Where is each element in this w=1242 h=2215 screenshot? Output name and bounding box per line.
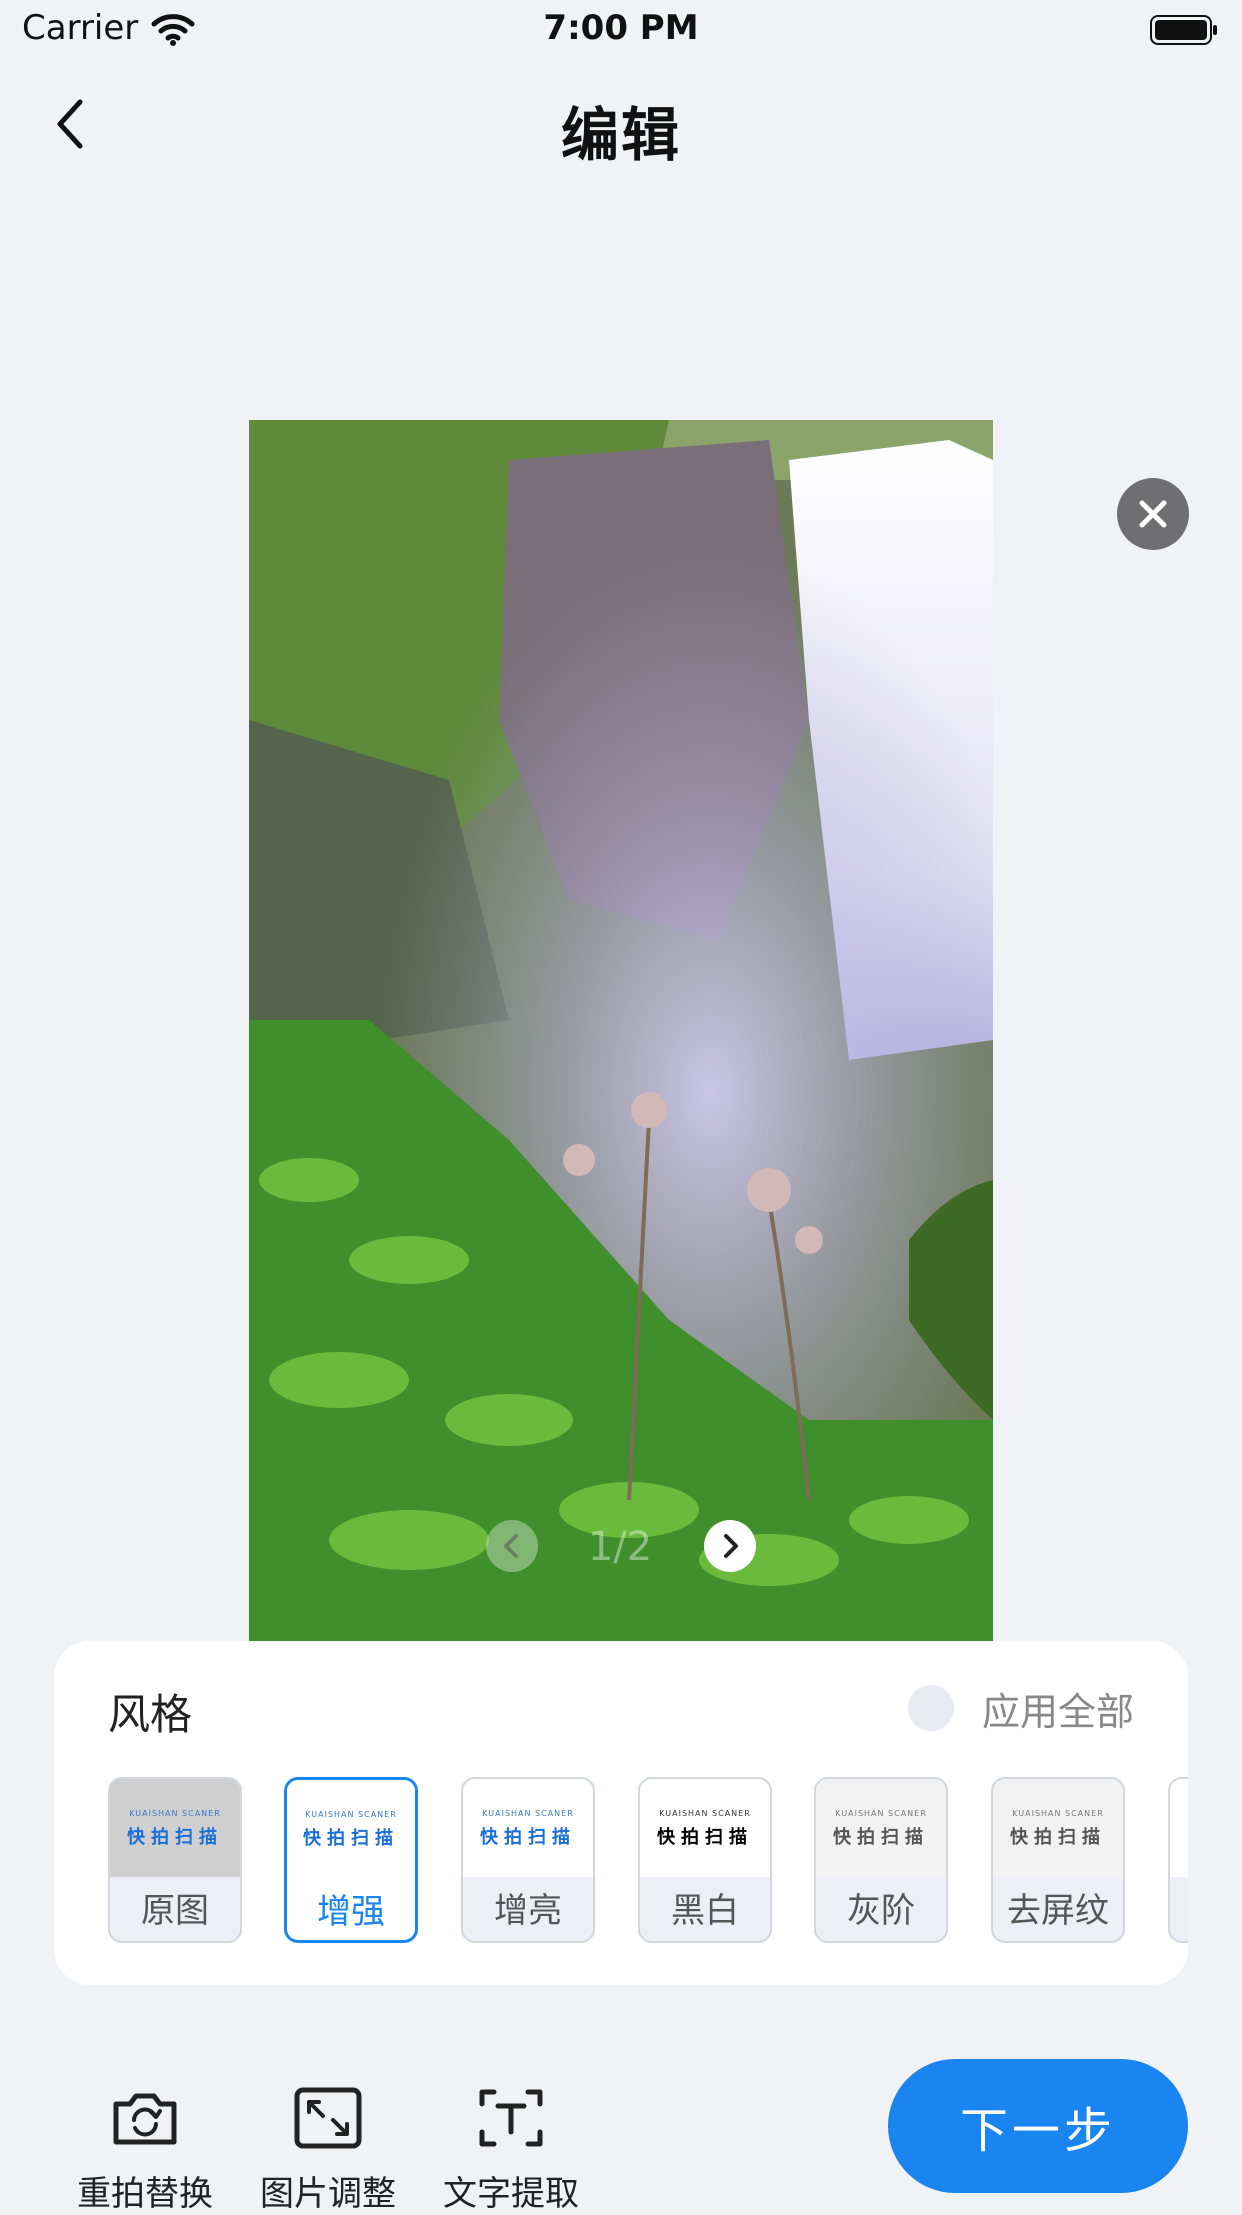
page-pager: 1/2 bbox=[480, 1518, 760, 1574]
filter-original[interactable]: KUAISHAN SCANER 快拍扫描 原图 bbox=[108, 1777, 242, 1943]
next-step-button[interactable]: 下一步 bbox=[888, 2059, 1188, 2193]
thumbnail-english-text: KUAISHAN SCANER bbox=[835, 1809, 927, 1818]
thumbnail-english-text: KUAISHAN SCANER bbox=[659, 1809, 751, 1818]
nav-bar: 编辑 bbox=[0, 70, 1242, 180]
filter-label: 灰阶 bbox=[847, 1891, 915, 1931]
previous-page-button[interactable] bbox=[486, 1520, 538, 1572]
filter-grayscale[interactable]: KUAISHAN SCANER 快拍扫描 灰阶 bbox=[814, 1777, 948, 1943]
style-panel-title: 风格 bbox=[108, 1690, 193, 1739]
filter-thumbnail: KUAISHAN SCANER 快拍扫描 bbox=[110, 1779, 240, 1877]
text-scan-icon bbox=[479, 2089, 543, 2147]
filter-brighten[interactable]: KUAISHAN SCANER 快拍扫描 增亮 bbox=[461, 1777, 595, 1943]
filter-enhance[interactable]: KUAISHAN SCANER 快拍扫描 增强 bbox=[284, 1777, 418, 1943]
filter-thumbnail: KUAISHAN SCANER 快拍扫描 bbox=[816, 1779, 946, 1877]
chevron-left-icon bbox=[504, 1534, 518, 1558]
page-indicator: 1/2 bbox=[587, 1524, 653, 1570]
apply-all-radio[interactable] bbox=[907, 1685, 954, 1731]
filter-label: 增亮 bbox=[494, 1891, 562, 1931]
clock: 7:00 PM bbox=[543, 8, 699, 48]
apply-all-label: 应用全部 bbox=[981, 1689, 1134, 1734]
filter-more[interactable] bbox=[1168, 1777, 1188, 1943]
thumbnail-chinese-text: 快拍扫描 bbox=[303, 1828, 399, 1849]
next-page-button[interactable] bbox=[704, 1520, 756, 1572]
delete-page-button[interactable] bbox=[1117, 478, 1189, 550]
filter-label: 增强 bbox=[317, 1892, 385, 1932]
thumbnail-english-text: KUAISHAN SCANER bbox=[129, 1809, 221, 1818]
thumbnail-english-text: KUAISHAN SCANER bbox=[482, 1809, 574, 1818]
document-preview-image[interactable] bbox=[249, 420, 993, 1642]
filter-label: 去屏纹 bbox=[1007, 1891, 1109, 1931]
resize-icon bbox=[294, 2087, 362, 2149]
battery-icon bbox=[1150, 15, 1217, 45]
filter-list: KUAISHAN SCANER 快拍扫描 原图 KUAISHAN SCANER … bbox=[108, 1777, 1188, 1947]
filter-label: 原图 bbox=[141, 1891, 209, 1931]
retake-button[interactable]: 重拍替换 bbox=[60, 2080, 230, 2214]
thumbnail-chinese-text: 快拍扫描 bbox=[1010, 1827, 1106, 1848]
thumbnail-chinese-text: 快拍扫描 bbox=[480, 1827, 576, 1848]
filter-thumbnail: KUAISHAN SCANER 快拍扫描 bbox=[463, 1779, 593, 1877]
thumbnail-chinese-text: 快拍扫描 bbox=[833, 1827, 929, 1848]
thumbnail-chinese-text: 快拍扫描 bbox=[657, 1827, 753, 1848]
text-extract-button[interactable]: 文字提取 bbox=[426, 2080, 596, 2214]
thumbnail-english-text: KUAISHAN SCANER bbox=[305, 1810, 397, 1819]
filter-thumbnail bbox=[1170, 1779, 1188, 1877]
waterfall-photo bbox=[249, 420, 993, 1642]
filter-thumbnail: KUAISHAN SCANER 快拍扫描 bbox=[993, 1779, 1123, 1877]
filter-thumbnail: KUAISHAN SCANER 快拍扫描 bbox=[640, 1779, 770, 1877]
filter-thumbnail: KUAISHAN SCANER 快拍扫描 bbox=[287, 1780, 415, 1878]
thumbnail-english-text: KUAISHAN SCANER bbox=[1012, 1809, 1104, 1818]
camera-rotate-icon bbox=[113, 2093, 177, 2145]
thumbnail-chinese-text: 快拍扫描 bbox=[127, 1827, 223, 1848]
filter-black-white[interactable]: KUAISHAN SCANER 快拍扫描 黑白 bbox=[638, 1777, 772, 1943]
image-adjust-button[interactable]: 图片调整 bbox=[243, 2080, 413, 2214]
chevron-right-icon bbox=[724, 1534, 738, 1558]
apply-all-toggle[interactable]: 应用全部 bbox=[907, 1683, 1134, 1734]
filter-remove-moire[interactable]: KUAISHAN SCANER 快拍扫描 去屏纹 bbox=[991, 1777, 1125, 1943]
close-icon bbox=[1139, 500, 1167, 528]
page-title: 编辑 bbox=[560, 101, 681, 169]
status-bar: Carrier 7:00 PM bbox=[0, 0, 1242, 62]
filter-label: 黑白 bbox=[671, 1891, 739, 1931]
style-panel: 风格 应用全部 KUAISHAN SCANER 快拍扫描 原图 KUAISHAN… bbox=[54, 1641, 1188, 1985]
